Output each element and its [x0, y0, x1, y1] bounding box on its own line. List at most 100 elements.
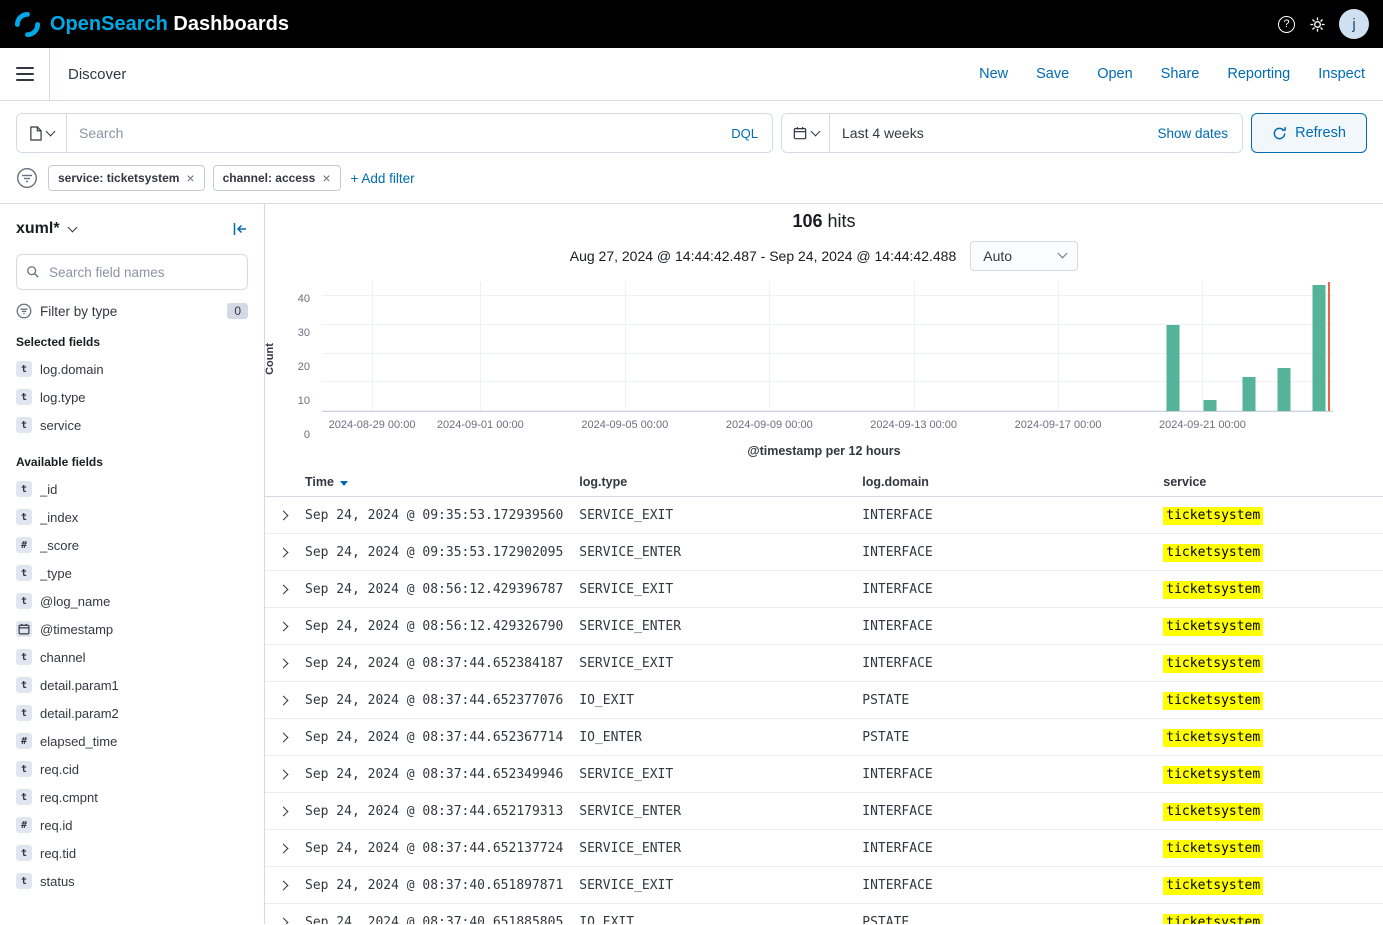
- field-name: req.id: [40, 818, 73, 833]
- selected-fields-list: tlog.domaintlog.typetservice: [16, 355, 248, 439]
- field-item--log-name[interactable]: t@log_name: [16, 587, 248, 615]
- query-language-button[interactable]: DQL: [717, 114, 772, 152]
- filter-pill[interactable]: channel: access×: [213, 165, 341, 191]
- cell-service: ticketsystem: [1155, 793, 1383, 830]
- expand-row-icon[interactable]: [278, 696, 288, 706]
- highlighted-value: ticketsystem: [1163, 618, 1263, 636]
- field-name: detail.param2: [40, 706, 119, 721]
- table-row: Sep 24, 2024 @ 08:37:40.651897871SERVICE…: [265, 867, 1383, 904]
- cell-log-domain: INTERFACE: [854, 867, 1155, 904]
- expand-row-icon[interactable]: [278, 733, 288, 743]
- table-row: Sep 24, 2024 @ 08:37:44.652179313SERVICE…: [265, 793, 1383, 830]
- string-field-icon: t: [16, 761, 32, 777]
- field-item-log-type[interactable]: tlog.type: [16, 383, 248, 411]
- filter-by-type-button[interactable]: Filter by type 0: [16, 303, 248, 319]
- cell-service: ticketsystem: [1155, 756, 1383, 793]
- expand-row-icon[interactable]: [278, 807, 288, 817]
- column-header-log-domain[interactable]: log.domain: [854, 468, 1155, 497]
- search-input[interactable]: [67, 114, 717, 152]
- column-header-expand: [265, 468, 297, 497]
- field-item--score[interactable]: #_score: [16, 531, 248, 559]
- help-icon[interactable]: ?: [1278, 16, 1295, 33]
- add-filter-button[interactable]: + Add filter: [351, 171, 415, 186]
- settings-icon[interactable]: [1307, 14, 1327, 34]
- column-header-service[interactable]: service: [1155, 468, 1383, 497]
- cell-service: ticketsystem: [1155, 645, 1383, 682]
- results-table-header-row: Timelog.typelog.domainservice: [265, 468, 1383, 497]
- nav-link-inspect[interactable]: Inspect: [1318, 66, 1365, 82]
- field-item--timestamp[interactable]: @timestamp: [16, 615, 248, 643]
- expand-row-icon[interactable]: [278, 585, 288, 595]
- field-item-detail-param1[interactable]: tdetail.param1: [16, 671, 248, 699]
- column-header-log-type[interactable]: log.type: [571, 468, 854, 497]
- query-bar: DQL Last 4 weeks Show dates Refresh: [0, 101, 1383, 163]
- cell-log-type: SERVICE_EXIT: [571, 645, 854, 682]
- calendar-menu-button[interactable]: [782, 114, 830, 152]
- field-item-service[interactable]: tservice: [16, 411, 248, 439]
- field-item-req-cmpnt[interactable]: treq.cmpnt: [16, 783, 248, 811]
- expand-row-icon[interactable]: [278, 844, 288, 854]
- remove-filter-icon[interactable]: ×: [322, 171, 330, 185]
- opensearch-logo[interactable]: OpenSearch Dashboards: [14, 11, 289, 38]
- expand-row-icon[interactable]: [278, 511, 288, 521]
- field-item--index[interactable]: t_index: [16, 503, 248, 531]
- column-header-time[interactable]: Time: [297, 468, 571, 497]
- histogram-bar[interactable]: [1278, 368, 1291, 411]
- filter-pill[interactable]: service: ticketsystem ×: [48, 165, 205, 191]
- histogram-bar[interactable]: [1312, 285, 1325, 411]
- nav-link-share[interactable]: Share: [1161, 66, 1200, 82]
- expand-row-icon[interactable]: [278, 659, 288, 669]
- expand-row-icon[interactable]: [278, 622, 288, 632]
- refresh-button[interactable]: Refresh: [1251, 113, 1367, 153]
- x-tick-label: 2024-09-05 00:00: [581, 419, 668, 431]
- date-picker: Last 4 weeks Show dates: [781, 113, 1243, 153]
- collapse-sidebar-icon[interactable]: [232, 221, 248, 237]
- field-item-req-id[interactable]: #req.id: [16, 811, 248, 839]
- breadcrumb-bar: Discover NewSaveOpenShareReportingInspec…: [0, 48, 1383, 101]
- index-pattern-selector[interactable]: xuml*: [16, 220, 76, 238]
- field-item-channel[interactable]: tchannel: [16, 643, 248, 671]
- field-item-log-domain[interactable]: tlog.domain: [16, 355, 248, 383]
- cell-service: ticketsystem: [1155, 719, 1383, 756]
- field-item--id[interactable]: t_id: [16, 475, 248, 503]
- expand-row-icon[interactable]: [278, 918, 288, 924]
- nav-link-save[interactable]: Save: [1036, 66, 1069, 82]
- cell-log-type: SERVICE_ENTER: [571, 608, 854, 645]
- cell-service: ticketsystem: [1155, 534, 1383, 571]
- fields-sidebar: xuml* Filte: [0, 204, 265, 924]
- field-name: _id: [40, 482, 57, 497]
- cell-log-type: SERVICE_EXIT: [571, 497, 854, 534]
- field-item--type[interactable]: t_type: [16, 559, 248, 587]
- histogram-bar[interactable]: [1203, 400, 1216, 411]
- expand-row-icon[interactable]: [278, 548, 288, 558]
- field-item-req-tid[interactable]: treq.tid: [16, 839, 248, 867]
- field-item-status[interactable]: tstatus: [16, 867, 248, 895]
- show-dates-link[interactable]: Show dates: [1143, 114, 1242, 152]
- field-search-input[interactable]: [16, 254, 248, 290]
- expand-row-icon[interactable]: [278, 770, 288, 780]
- saved-query-menu-button[interactable]: [17, 114, 67, 152]
- hamburger-menu-icon[interactable]: [0, 48, 50, 100]
- field-item-detail-param2[interactable]: tdetail.param2: [16, 699, 248, 727]
- histogram-chart: Count 010203040 2024-08-29 00:002024-09-…: [322, 282, 1333, 435]
- nav-link-open[interactable]: Open: [1097, 66, 1132, 82]
- histogram-bar[interactable]: [1243, 377, 1256, 411]
- user-avatar[interactable]: j: [1339, 9, 1369, 39]
- nav-links: New Save Open Share Reporting Inspect: [979, 66, 1365, 82]
- filter-pills: service: ticketsystem×channel: access×: [48, 165, 341, 191]
- remove-filter-icon[interactable]: ×: [186, 171, 194, 185]
- cell-log-type: SERVICE_EXIT: [571, 867, 854, 904]
- field-item-elapsed-time[interactable]: #elapsed_time: [16, 727, 248, 755]
- filter-menu-icon[interactable]: [16, 167, 38, 189]
- x-axis-labels: 2024-08-29 00:002024-09-01 00:002024-09-…: [322, 419, 1333, 435]
- interval-select[interactable]: Auto: [970, 241, 1078, 271]
- field-item-req-cid[interactable]: treq.cid: [16, 755, 248, 783]
- nav-link-new[interactable]: New: [979, 66, 1008, 82]
- nav-link-reporting[interactable]: Reporting: [1227, 66, 1290, 82]
- search-group: DQL: [16, 113, 773, 153]
- filter-pill-label: service: ticketsystem: [58, 171, 179, 185]
- expand-row-icon[interactable]: [278, 881, 288, 891]
- date-range-value[interactable]: Last 4 weeks: [830, 114, 1143, 152]
- field-name: detail.param1: [40, 678, 119, 693]
- histogram-bar[interactable]: [1167, 325, 1180, 411]
